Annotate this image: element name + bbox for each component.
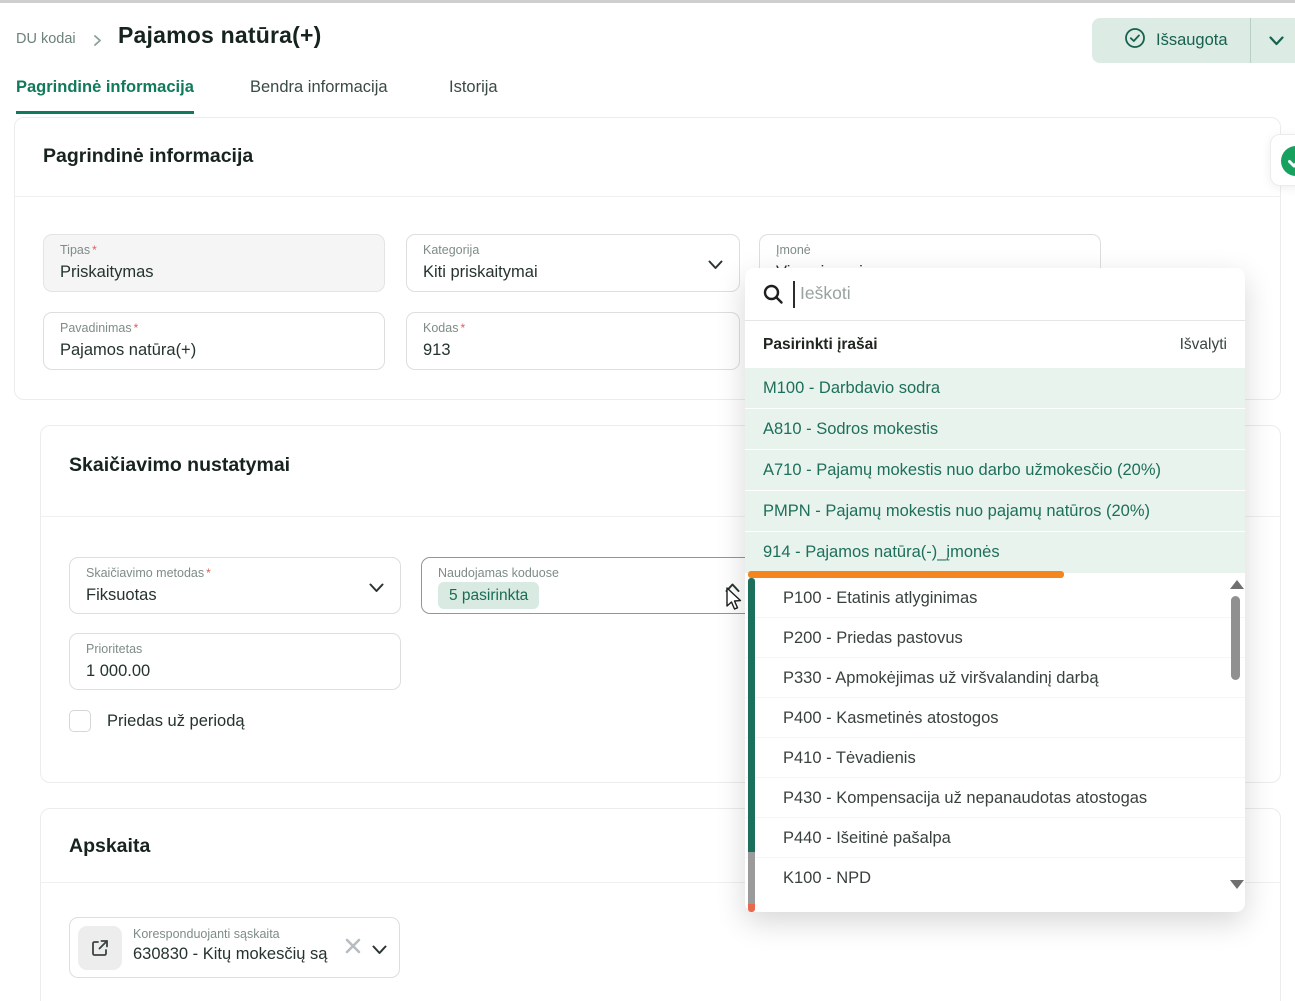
dropdown-search-input[interactable]: Ieškoti xyxy=(745,268,1245,321)
required-asterisk: * xyxy=(134,321,139,335)
prioritetas-label: Prioritetas xyxy=(86,642,142,656)
top-edge-line xyxy=(0,0,1295,3)
prioritetas-input[interactable]: Prioritetas 1 000.00 xyxy=(69,633,401,690)
saved-status-card[interactable] xyxy=(1270,134,1295,186)
koresponduojanti-saskaita-select[interactable]: Koresponduojanti sąskaita 630830 - Kitų … xyxy=(69,917,400,978)
required-asterisk: * xyxy=(92,243,97,257)
save-options-button[interactable] xyxy=(1251,18,1295,63)
loading-progress-bar xyxy=(748,571,1064,578)
selected-item[interactable]: 914 - Pajamos natūra(-)_įmonės xyxy=(745,532,1245,573)
tipas-field: Tipas* Priskaitymas xyxy=(43,234,385,292)
scrollbar-up-arrow[interactable] xyxy=(1230,580,1244,589)
clear-all-link[interactable]: Išvalyti xyxy=(1180,336,1227,354)
card-divider xyxy=(15,196,1280,197)
option-item[interactable]: P100 - Etatinis atlyginimas xyxy=(745,578,1245,618)
text-caret xyxy=(793,281,795,308)
tab-pagrindine-informacija[interactable]: Pagrindinė informacija xyxy=(16,78,194,114)
chevron-down-icon xyxy=(372,942,387,960)
kodas-label: Kodas xyxy=(423,321,458,335)
apskaita-title: Apskaita xyxy=(69,835,150,858)
kategorija-value: Kiti priskaitymai xyxy=(423,260,725,284)
kodas-input[interactable]: Kodas* 913 xyxy=(406,312,740,370)
selected-count-chip: 5 pasirinkta xyxy=(438,582,539,609)
kategorija-label: Kategorija xyxy=(423,243,479,257)
pavadinimas-input[interactable]: Pavadinimas* Pajamos natūra(+) xyxy=(43,312,385,370)
left-indicator-strip-green xyxy=(748,578,755,852)
pavadinimas-value: Pajamos natūra(+) xyxy=(60,338,370,362)
tab-bendra-informacija[interactable]: Bendra informacija xyxy=(250,78,388,111)
selected-entries-title: Pasirinkti įrašai xyxy=(763,336,878,354)
selected-items-list: M100 - Darbdavio sodra A810 - Sodros mok… xyxy=(745,368,1245,573)
metodas-label: Skaičiavimo metodas xyxy=(86,566,204,580)
mouse-cursor xyxy=(720,586,746,612)
open-account-button[interactable] xyxy=(78,926,122,970)
options-list: P100 - Etatinis atlyginimas P200 - Pried… xyxy=(745,578,1245,898)
scrollbar-thumb[interactable] xyxy=(1231,596,1240,680)
left-indicator-strip-gray xyxy=(748,852,755,904)
left-indicator-strip-end xyxy=(748,904,755,912)
clear-x-icon[interactable] xyxy=(343,936,363,961)
checkbox[interactable] xyxy=(69,710,91,732)
kategorija-select[interactable]: Kategorija Kiti priskaitymai xyxy=(406,234,740,292)
codes-dropdown-panel: Ieškoti Pasirinkti įrašai Išvalyti M100 … xyxy=(745,268,1245,912)
selected-entries-header: Pasirinkti įrašai Išvalyti xyxy=(745,321,1245,368)
scrollbar-down-arrow[interactable] xyxy=(1230,880,1244,889)
chevron-down-icon xyxy=(369,580,384,598)
breadcrumb-parent-link[interactable]: DU kodai xyxy=(16,31,76,47)
koduose-label: Naudojamas koduose xyxy=(438,566,559,580)
tipas-label: Tipas xyxy=(60,243,90,257)
page: DU kodai Pajamos natūra(+) Išsaugota Pag… xyxy=(0,0,1295,1001)
tipas-value: Priskaitymas xyxy=(60,260,370,284)
check-circle-icon xyxy=(1281,146,1295,176)
breadcrumb-chevron-icon xyxy=(92,33,103,51)
page-title: Pajamos natūra(+) xyxy=(118,22,321,49)
selected-item[interactable]: A810 - Sodros mokestis xyxy=(745,409,1245,450)
main-info-title: Pagrindinė informacija xyxy=(43,145,253,168)
saskaita-value: 630830 - Kitų mokesčių są xyxy=(133,945,349,964)
search-icon xyxy=(762,283,784,310)
skaiciavimo-metodas-select[interactable]: Skaičiavimo metodas* Fiksuotas xyxy=(69,557,401,614)
selected-item[interactable]: A710 - Pajamų mokestis nuo darbo užmokes… xyxy=(745,450,1245,491)
required-asterisk: * xyxy=(460,321,465,335)
prioritetas-value: 1 000.00 xyxy=(86,659,386,683)
saskaita-label: Koresponduojanti sąskaita xyxy=(133,927,280,941)
required-asterisk: * xyxy=(206,566,211,580)
metodas-value: Fiksuotas xyxy=(86,583,386,607)
priedas-uz-perioda-checkbox-row[interactable]: Priedas už periodą xyxy=(69,710,245,732)
option-item[interactable]: P330 - Apmokėjimas už viršvalandinį darb… xyxy=(745,658,1245,698)
option-item[interactable]: P440 - Išeitinė pašalpa xyxy=(745,818,1245,858)
option-item[interactable]: P200 - Priedas pastovus xyxy=(745,618,1245,658)
option-item[interactable]: K100 - NPD xyxy=(745,858,1245,898)
tab-istorija[interactable]: Istorija xyxy=(449,78,498,111)
search-placeholder: Ieškoti xyxy=(800,283,851,304)
check-circle-icon xyxy=(1124,27,1146,54)
chevron-down-icon xyxy=(1269,36,1284,46)
option-item[interactable]: P430 - Kompensacija už nepanaudotas atos… xyxy=(745,778,1245,818)
calc-settings-title: Skaičiavimo nustatymai xyxy=(69,454,290,477)
pavadinimas-label: Pavadinimas xyxy=(60,321,132,335)
external-link-icon xyxy=(90,938,110,958)
naudojamas-koduose-multiselect[interactable]: Naudojamas koduose 5 pasirinkta xyxy=(421,557,757,614)
save-button-label: Išsaugota xyxy=(1156,31,1228,50)
selected-item[interactable]: PMPN - Pajamų mokestis nuo pajamų natūro… xyxy=(745,491,1245,532)
kodas-value: 913 xyxy=(423,338,725,362)
option-item[interactable]: P410 - Tėvadienis xyxy=(745,738,1245,778)
save-split-button: Išsaugota xyxy=(1092,18,1295,63)
imone-label: Įmonė xyxy=(776,243,811,257)
checkbox-label: Priedas už periodą xyxy=(107,712,245,731)
option-item[interactable]: P400 - Kasmetinės atostogos xyxy=(745,698,1245,738)
selected-item[interactable]: M100 - Darbdavio sodra xyxy=(745,368,1245,409)
save-button[interactable]: Išsaugota xyxy=(1092,18,1250,63)
chevron-down-icon xyxy=(708,257,723,275)
